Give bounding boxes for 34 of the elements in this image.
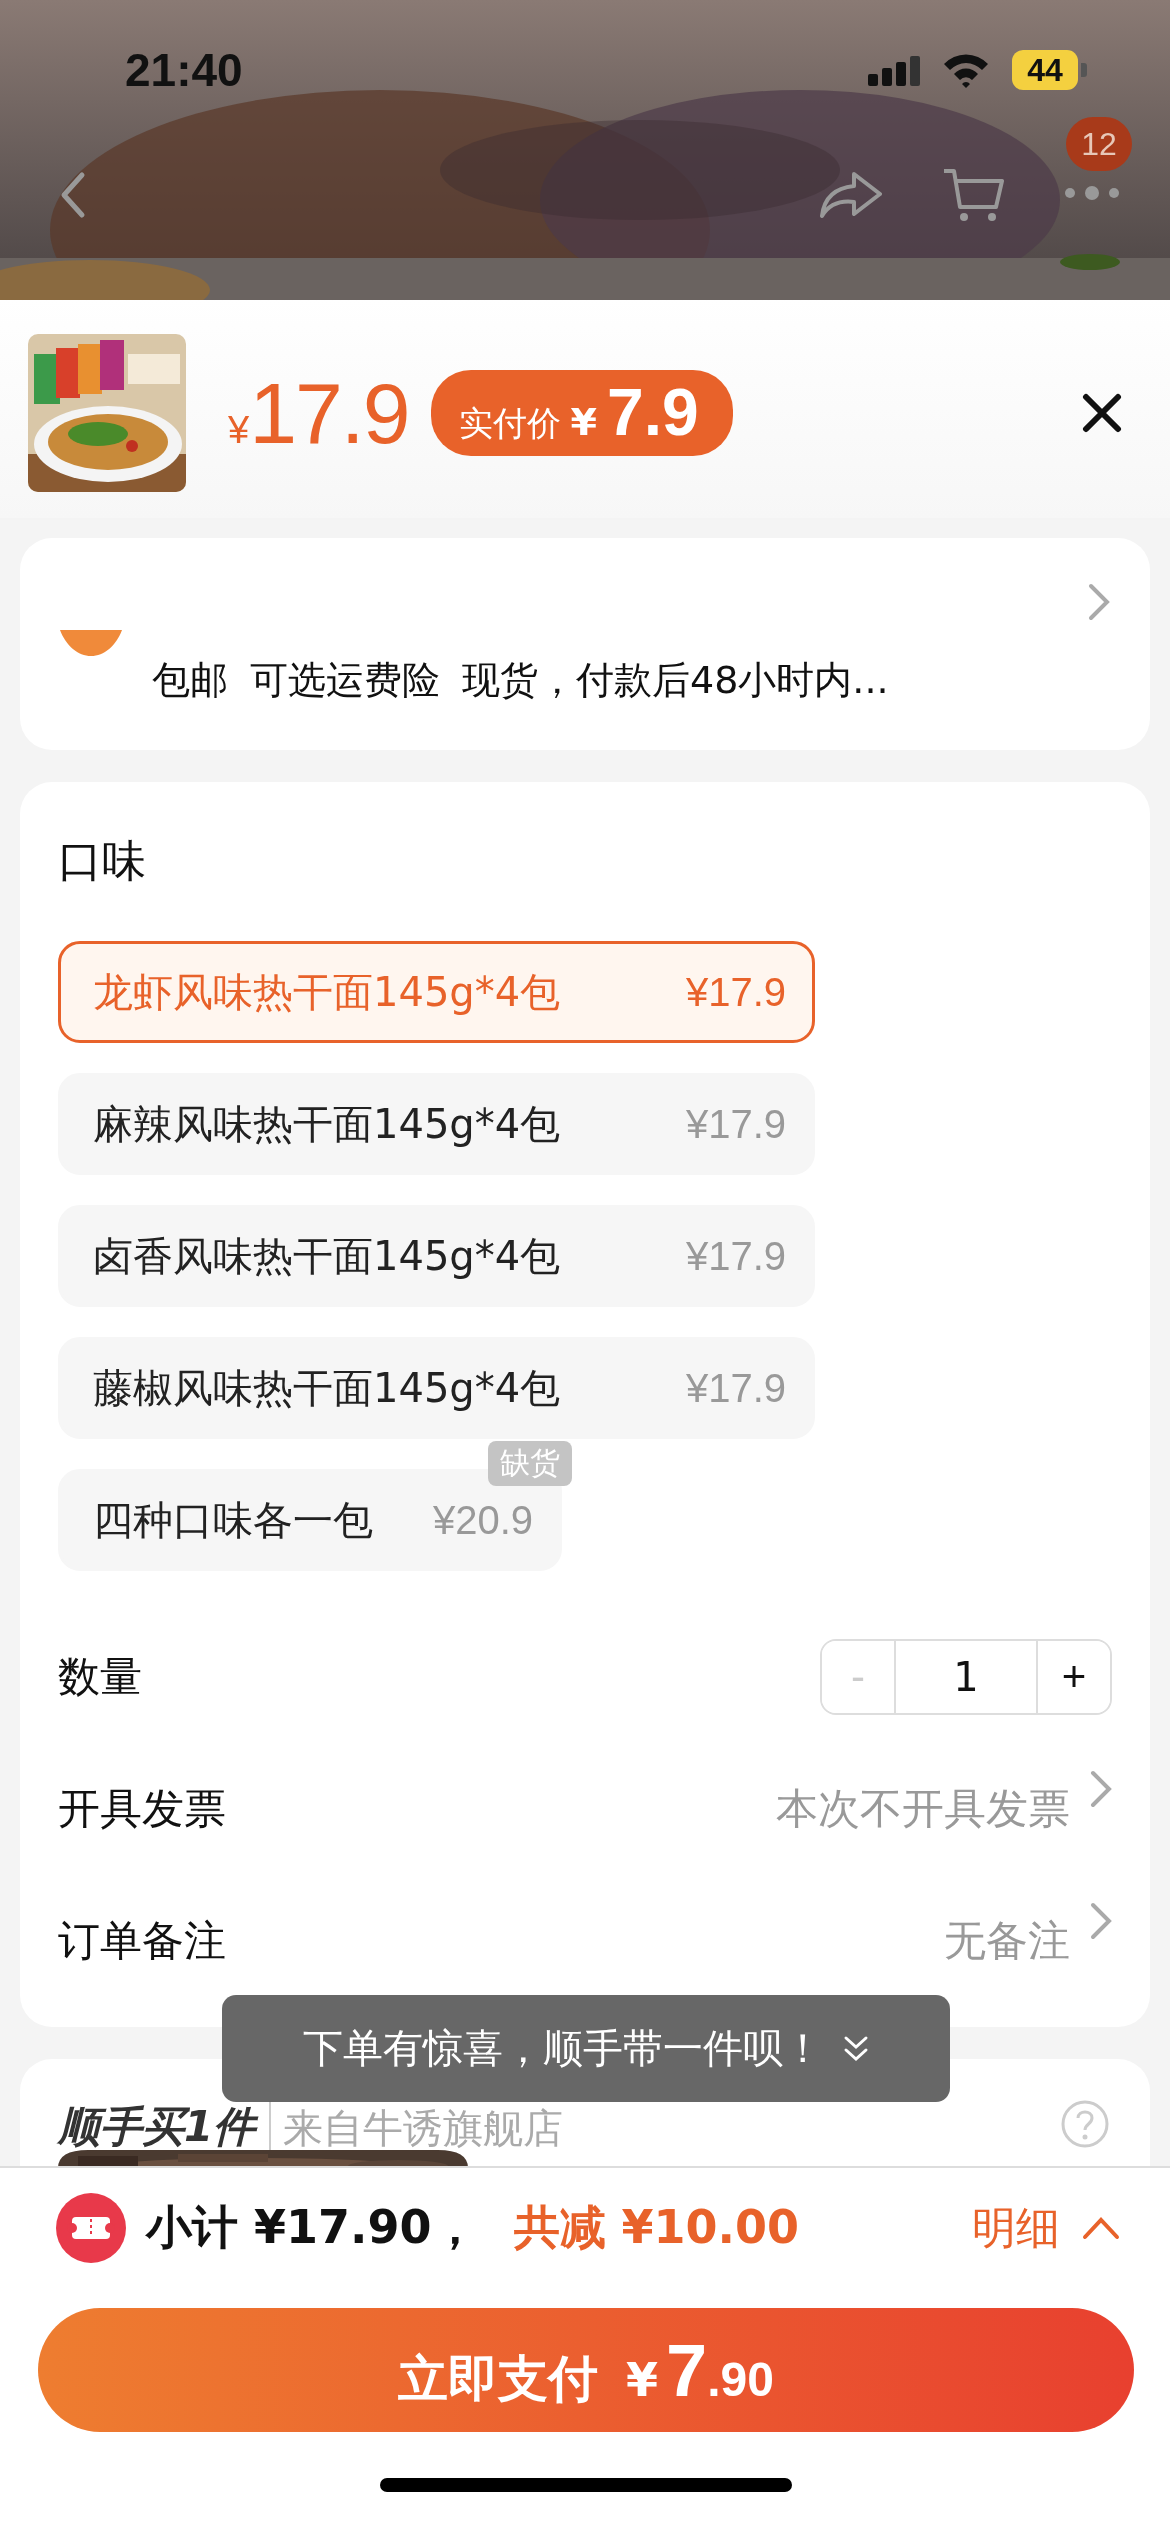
status-time: 21:40 (125, 43, 243, 97)
row-label: 订单备注 (58, 1915, 226, 1967)
flavor-option[interactable]: 卤香风味热干面145g*4包 ¥17.9 (58, 1205, 815, 1307)
close-icon[interactable] (1082, 393, 1122, 433)
toast-message: 下单有惊喜，顺手带一件呗！ (303, 2024, 823, 2073)
chevron-right-icon (1088, 583, 1110, 621)
pay-button[interactable]: 立即支付 ¥7.90 (38, 2308, 1134, 2432)
delivery-tag: 包邮 (152, 655, 228, 706)
double-chevron-down-icon[interactable] (843, 2034, 869, 2063)
actual-price-tag: 实付价 ¥7.9 (430, 370, 733, 456)
chevron-right-icon (1090, 1770, 1112, 1808)
flavor-option[interactable]: 麻辣风味热干面145g*4包 ¥17.9 (58, 1073, 815, 1175)
battery-level: 44 (1027, 51, 1063, 89)
chevron-right-icon (1090, 1902, 1112, 1940)
back-icon[interactable] (60, 171, 86, 219)
delivery-card[interactable]: 包邮 可选运费险 现货，付款后48小时内... (20, 538, 1150, 750)
subtotal-text: 小计 ¥17.90， (146, 2199, 478, 2256)
more-icon[interactable] (1064, 183, 1120, 203)
flavor-option[interactable]: 藤椒风味热干面145g*4包 ¥17.9 (58, 1337, 815, 1439)
wifi-icon (942, 52, 990, 88)
share-icon[interactable] (820, 170, 882, 220)
price-text: ¥17.9 (228, 363, 409, 463)
delivery-tag: 现货，付款后48小时内... (462, 655, 889, 706)
stock-badge: 缺货 (488, 1441, 573, 1486)
section-title: 口味 (58, 834, 147, 888)
cart-icon[interactable] (942, 167, 1004, 223)
delivery-tag: 可选运费险 (250, 655, 440, 706)
chevron-up-icon (1082, 2216, 1120, 2240)
row-label: 开具发票 (58, 1783, 226, 1835)
signal-icon (868, 54, 920, 86)
discount-text: 共减 ¥10.00 (513, 2199, 800, 2256)
row-label: 数量 (58, 1651, 142, 1703)
location-icon (60, 630, 122, 656)
coupon-icon (56, 2193, 126, 2263)
